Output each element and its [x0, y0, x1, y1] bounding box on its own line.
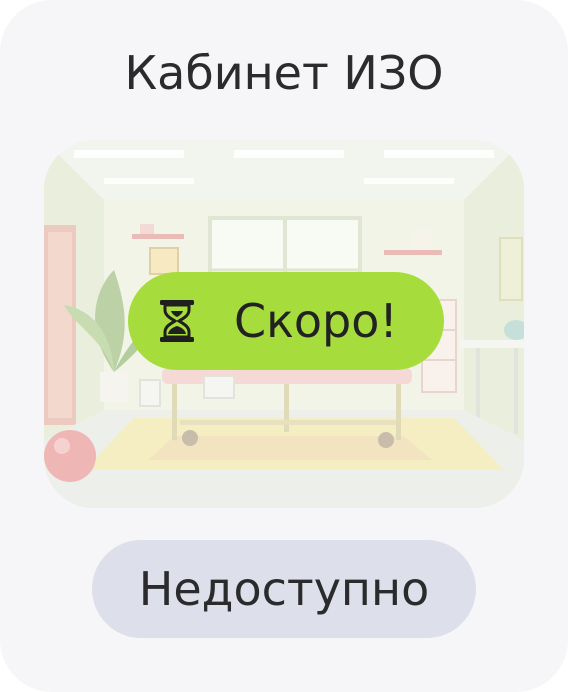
- room-card[interactable]: Кабинет ИЗО Скоро! Недоступно: [0, 0, 568, 692]
- room-title: Кабинет ИЗО: [124, 46, 444, 100]
- unavailable-status-button[interactable]: Недоступно: [92, 540, 476, 638]
- hourglass-icon: [160, 300, 194, 342]
- coming-soon-badge: Скоро!: [128, 272, 444, 370]
- coming-soon-label: Скоро!: [234, 294, 398, 348]
- status-label: Недоступно: [138, 562, 430, 616]
